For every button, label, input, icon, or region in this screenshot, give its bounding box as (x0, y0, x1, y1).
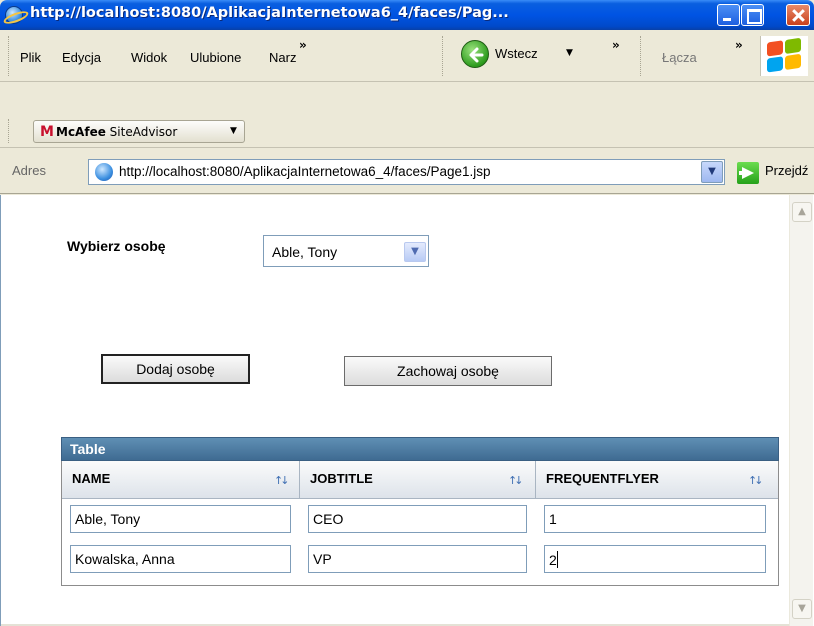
chevron-down-icon[interactable]: ▼ (404, 242, 426, 262)
back-button[interactable]: Wstecz ▼ (458, 38, 578, 72)
chevron-down-icon: ▼ (230, 126, 237, 136)
text-caret (556, 551, 558, 568)
toolbar-grip[interactable] (442, 36, 445, 76)
table-header: NAME ↑↓ JOBTITLE ↑↓ FREQUENTFLYER ↑↓ (62, 461, 778, 499)
frequentflyer-field[interactable]: 1 (544, 505, 766, 533)
select-person-label: Wybierz osobę (67, 238, 166, 254)
menu-plik[interactable]: Plik (20, 50, 41, 65)
address-input[interactable]: http://localhost:8080/AplikacjaInterneto… (88, 159, 725, 185)
column-header-name[interactable]: NAME ↑↓ (62, 461, 300, 499)
title-bar[interactable]: http://localhost:8080/AplikacjaInterneto… (0, 0, 814, 30)
address-label: Adres (12, 163, 46, 178)
sort-icon[interactable]: ↑↓ (508, 474, 524, 487)
ie-page-icon (95, 163, 113, 181)
window-title: http://localhost:8080/AplikacjaInterneto… (30, 5, 509, 21)
chevron-down-icon[interactable]: ▼ (566, 48, 573, 58)
back-arrow-icon (461, 40, 489, 68)
column-header-jobtitle[interactable]: JOBTITLE ↑↓ (300, 461, 536, 499)
menu-bar: Plik Edycja Widok Ulubione Narz » Wstecz… (0, 30, 814, 82)
browser-window: http://localhost:8080/AplikacjaInterneto… (0, 0, 814, 626)
address-bar: Adres http://localhost:8080/AplikacjaInt… (0, 150, 814, 194)
save-person-button[interactable]: Zachowaj osobę (344, 356, 552, 386)
name-field[interactable]: Able, Tony (70, 505, 291, 533)
minimize-button[interactable] (717, 4, 740, 26)
mcafee-toolbar: M McAfee SiteAdvisor ▼ (0, 115, 814, 148)
scroll-down-icon[interactable]: ▼ (792, 599, 812, 619)
menu-narzedzia[interactable]: Narz (269, 50, 296, 65)
menu-edycja[interactable]: Edycja (62, 50, 101, 65)
vertical-scrollbar[interactable]: ▲ ▼ (789, 195, 813, 626)
name-field[interactable]: Kowalska, Anna (70, 545, 291, 573)
menu-overflow-chevron[interactable]: » (299, 38, 307, 52)
address-url[interactable]: http://localhost:8080/AplikacjaInterneto… (119, 164, 491, 179)
close-button[interactable] (786, 4, 810, 26)
chevron-down-icon[interactable]: ▼ (701, 161, 723, 183)
sort-icon[interactable]: ↑↓ (274, 474, 290, 487)
back-label: Wstecz (495, 46, 538, 61)
table-title: Table (61, 437, 779, 461)
mcafee-label: McAfee SiteAdvisor (56, 125, 178, 139)
scroll-up-icon[interactable]: ▲ (792, 202, 812, 222)
go-button[interactable]: Przejdź (765, 163, 808, 178)
maximize-button[interactable] (741, 4, 764, 26)
page-viewport: Wybierz osobę Able, Tony ▼ Dodaj osobę Z… (0, 195, 814, 626)
menu-widok[interactable]: Widok (131, 50, 167, 65)
jobtitle-field[interactable]: VP (308, 545, 527, 573)
frequentflyer-field-focused[interactable]: 2 (544, 545, 766, 573)
person-select[interactable]: Able, Tony ▼ (263, 235, 429, 267)
windows-logo-icon (760, 36, 808, 76)
sort-icon[interactable]: ↑↓ (748, 474, 764, 487)
data-table: NAME ↑↓ JOBTITLE ↑↓ FREQUENTFLYER ↑↓ Abl… (61, 461, 779, 586)
links-overflow-chevron[interactable]: » (735, 38, 743, 52)
ie-logo-icon (5, 6, 23, 24)
toolbar-grip[interactable] (8, 36, 11, 76)
toolbar-grip[interactable] (640, 36, 643, 76)
person-select-value: Able, Tony (272, 244, 338, 260)
toolbar-grip[interactable] (8, 119, 11, 143)
menu-ulubione[interactable]: Ulubione (190, 50, 241, 65)
column-header-frequentflyer[interactable]: FREQUENTFLYER ↑↓ (536, 461, 778, 499)
jobtitle-field[interactable]: CEO (308, 505, 527, 533)
add-person-button[interactable]: Dodaj osobę (101, 354, 250, 384)
mcafee-logo-icon: M (40, 124, 54, 140)
links-label[interactable]: Łącza (662, 50, 697, 65)
toolbar-overflow-chevron[interactable]: » (612, 38, 620, 52)
go-arrow-icon[interactable] (737, 162, 759, 184)
mcafee-siteadvisor-button[interactable]: M McAfee SiteAdvisor ▼ (33, 120, 245, 143)
